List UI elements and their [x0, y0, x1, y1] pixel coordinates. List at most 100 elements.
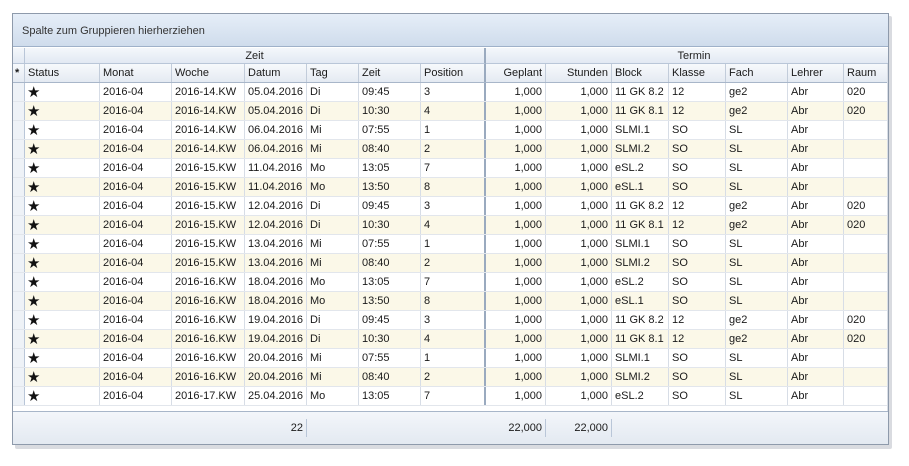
star-icon[interactable]: ★ [25, 254, 100, 272]
cell-woche[interactable]: 2016-16.KW [172, 292, 245, 310]
column-header-woche[interactable]: Woche [172, 64, 245, 82]
column-header-position[interactable]: Position [421, 64, 486, 82]
cell-geplant[interactable]: 1,000 [486, 83, 546, 101]
cell-block[interactable]: 11 GK 8.1 [612, 102, 669, 120]
column-header-status[interactable]: Status [25, 64, 100, 82]
cell-tag[interactable]: Mo [307, 387, 359, 405]
cell-klasse[interactable]: SO [669, 235, 726, 253]
cell-woche[interactable]: 2016-16.KW [172, 368, 245, 386]
star-icon[interactable]: ★ [25, 197, 100, 215]
cell-monat[interactable]: 2016-04 [100, 368, 172, 386]
cell-datum[interactable]: 13.04.2016 [245, 254, 307, 272]
column-header-lehrer[interactable]: Lehrer [788, 64, 844, 82]
row-indicator[interactable] [13, 235, 25, 253]
cell-datum[interactable]: 11.04.2016 [245, 178, 307, 196]
cell-zeit[interactable]: 13:05 [359, 159, 421, 177]
data-grid[interactable]: Spalte zum Gruppieren hierherziehen Zeit… [12, 13, 889, 445]
cell-fach[interactable]: SL [726, 178, 788, 196]
cell-position[interactable]: 8 [421, 178, 486, 196]
band-zeit[interactable]: Zeit [25, 48, 486, 64]
cell-datum[interactable]: 11.04.2016 [245, 159, 307, 177]
cell-zeit[interactable]: 07:55 [359, 121, 421, 139]
cell-raum[interactable]: 020 [844, 197, 888, 215]
cell-datum[interactable]: 25.04.2016 [245, 387, 307, 405]
cell-raum[interactable] [844, 349, 888, 367]
cell-block[interactable]: eSL.2 [612, 387, 669, 405]
cell-fach[interactable]: SL [726, 254, 788, 272]
cell-stunden[interactable]: 1,000 [546, 387, 612, 405]
cell-geplant[interactable]: 1,000 [486, 121, 546, 139]
cell-position[interactable]: 7 [421, 273, 486, 291]
cell-datum[interactable]: 19.04.2016 [245, 311, 307, 329]
cell-woche[interactable]: 2016-15.KW [172, 178, 245, 196]
cell-block[interactable]: eSL.2 [612, 273, 669, 291]
cell-tag[interactable]: Mi [307, 254, 359, 272]
cell-raum[interactable] [844, 254, 888, 272]
star-icon[interactable]: ★ [25, 292, 100, 310]
cell-monat[interactable]: 2016-04 [100, 121, 172, 139]
cell-tag[interactable]: Di [307, 330, 359, 348]
cell-fach[interactable]: SL [726, 121, 788, 139]
cell-klasse[interactable]: SO [669, 159, 726, 177]
cell-datum[interactable]: 20.04.2016 [245, 349, 307, 367]
column-header-fach[interactable]: Fach [726, 64, 788, 82]
table-row[interactable]: ★ 2016-04 2016-16.KW 18.04.2016 Mo 13:50 8 1,00… [13, 292, 888, 311]
cell-monat[interactable]: 2016-04 [100, 387, 172, 405]
cell-stunden[interactable]: 1,000 [546, 121, 612, 139]
row-indicator[interactable] [13, 197, 25, 215]
cell-fach[interactable]: SL [726, 159, 788, 177]
cell-position[interactable]: 4 [421, 330, 486, 348]
cell-block[interactable]: SLMI.2 [612, 254, 669, 272]
cell-fach[interactable]: SL [726, 140, 788, 158]
row-indicator[interactable] [13, 178, 25, 196]
cell-geplant[interactable]: 1,000 [486, 273, 546, 291]
star-icon[interactable]: ★ [25, 102, 100, 120]
cell-geplant[interactable]: 1,000 [486, 216, 546, 234]
cell-lehrer[interactable]: Abr [788, 330, 844, 348]
cell-stunden[interactable]: 1,000 [546, 102, 612, 120]
cell-position[interactable]: 1 [421, 235, 486, 253]
column-header-block[interactable]: Block [612, 64, 669, 82]
cell-block[interactable]: SLMI.1 [612, 121, 669, 139]
cell-fach[interactable]: SL [726, 349, 788, 367]
cell-block[interactable]: eSL.2 [612, 159, 669, 177]
cell-datum[interactable]: 20.04.2016 [245, 368, 307, 386]
cell-klasse[interactable]: SO [669, 349, 726, 367]
cell-geplant[interactable]: 1,000 [486, 178, 546, 196]
cell-klasse[interactable]: 12 [669, 311, 726, 329]
cell-raum[interactable]: 020 [844, 83, 888, 101]
cell-lehrer[interactable]: Abr [788, 140, 844, 158]
cell-monat[interactable]: 2016-04 [100, 311, 172, 329]
cell-stunden[interactable]: 1,000 [546, 178, 612, 196]
cell-woche[interactable]: 2016-15.KW [172, 197, 245, 215]
cell-klasse[interactable]: 12 [669, 330, 726, 348]
cell-lehrer[interactable]: Abr [788, 273, 844, 291]
column-header-raum[interactable]: Raum [844, 64, 888, 82]
column-header-datum[interactable]: Datum [245, 64, 307, 82]
column-header-geplant[interactable]: Geplant [486, 64, 546, 82]
cell-stunden[interactable]: 1,000 [546, 311, 612, 329]
cell-fach[interactable]: ge2 [726, 83, 788, 101]
table-row[interactable]: ★ 2016-04 2016-15.KW 12.04.2016 Di 09:45 3 1,00… [13, 197, 888, 216]
star-icon[interactable]: ★ [25, 178, 100, 196]
cell-position[interactable]: 4 [421, 102, 486, 120]
row-indicator[interactable] [13, 368, 25, 386]
cell-stunden[interactable]: 1,000 [546, 216, 612, 234]
cell-zeit[interactable]: 13:05 [359, 387, 421, 405]
cell-datum[interactable]: 18.04.2016 [245, 292, 307, 310]
cell-geplant[interactable]: 1,000 [486, 197, 546, 215]
cell-monat[interactable]: 2016-04 [100, 216, 172, 234]
column-header-klasse[interactable]: Klasse [669, 64, 726, 82]
cell-datum[interactable]: 05.04.2016 [245, 83, 307, 101]
cell-geplant[interactable]: 1,000 [486, 349, 546, 367]
cell-woche[interactable]: 2016-16.KW [172, 311, 245, 329]
table-row[interactable]: ★ 2016-04 2016-16.KW 20.04.2016 Mi 08:40 2 1,00… [13, 368, 888, 387]
cell-woche[interactable]: 2016-14.KW [172, 140, 245, 158]
cell-lehrer[interactable]: Abr [788, 121, 844, 139]
cell-tag[interactable]: Mo [307, 273, 359, 291]
cell-woche[interactable]: 2016-15.KW [172, 216, 245, 234]
cell-raum[interactable] [844, 121, 888, 139]
cell-lehrer[interactable]: Abr [788, 254, 844, 272]
cell-klasse[interactable]: SO [669, 387, 726, 405]
cell-woche[interactable]: 2016-16.KW [172, 349, 245, 367]
